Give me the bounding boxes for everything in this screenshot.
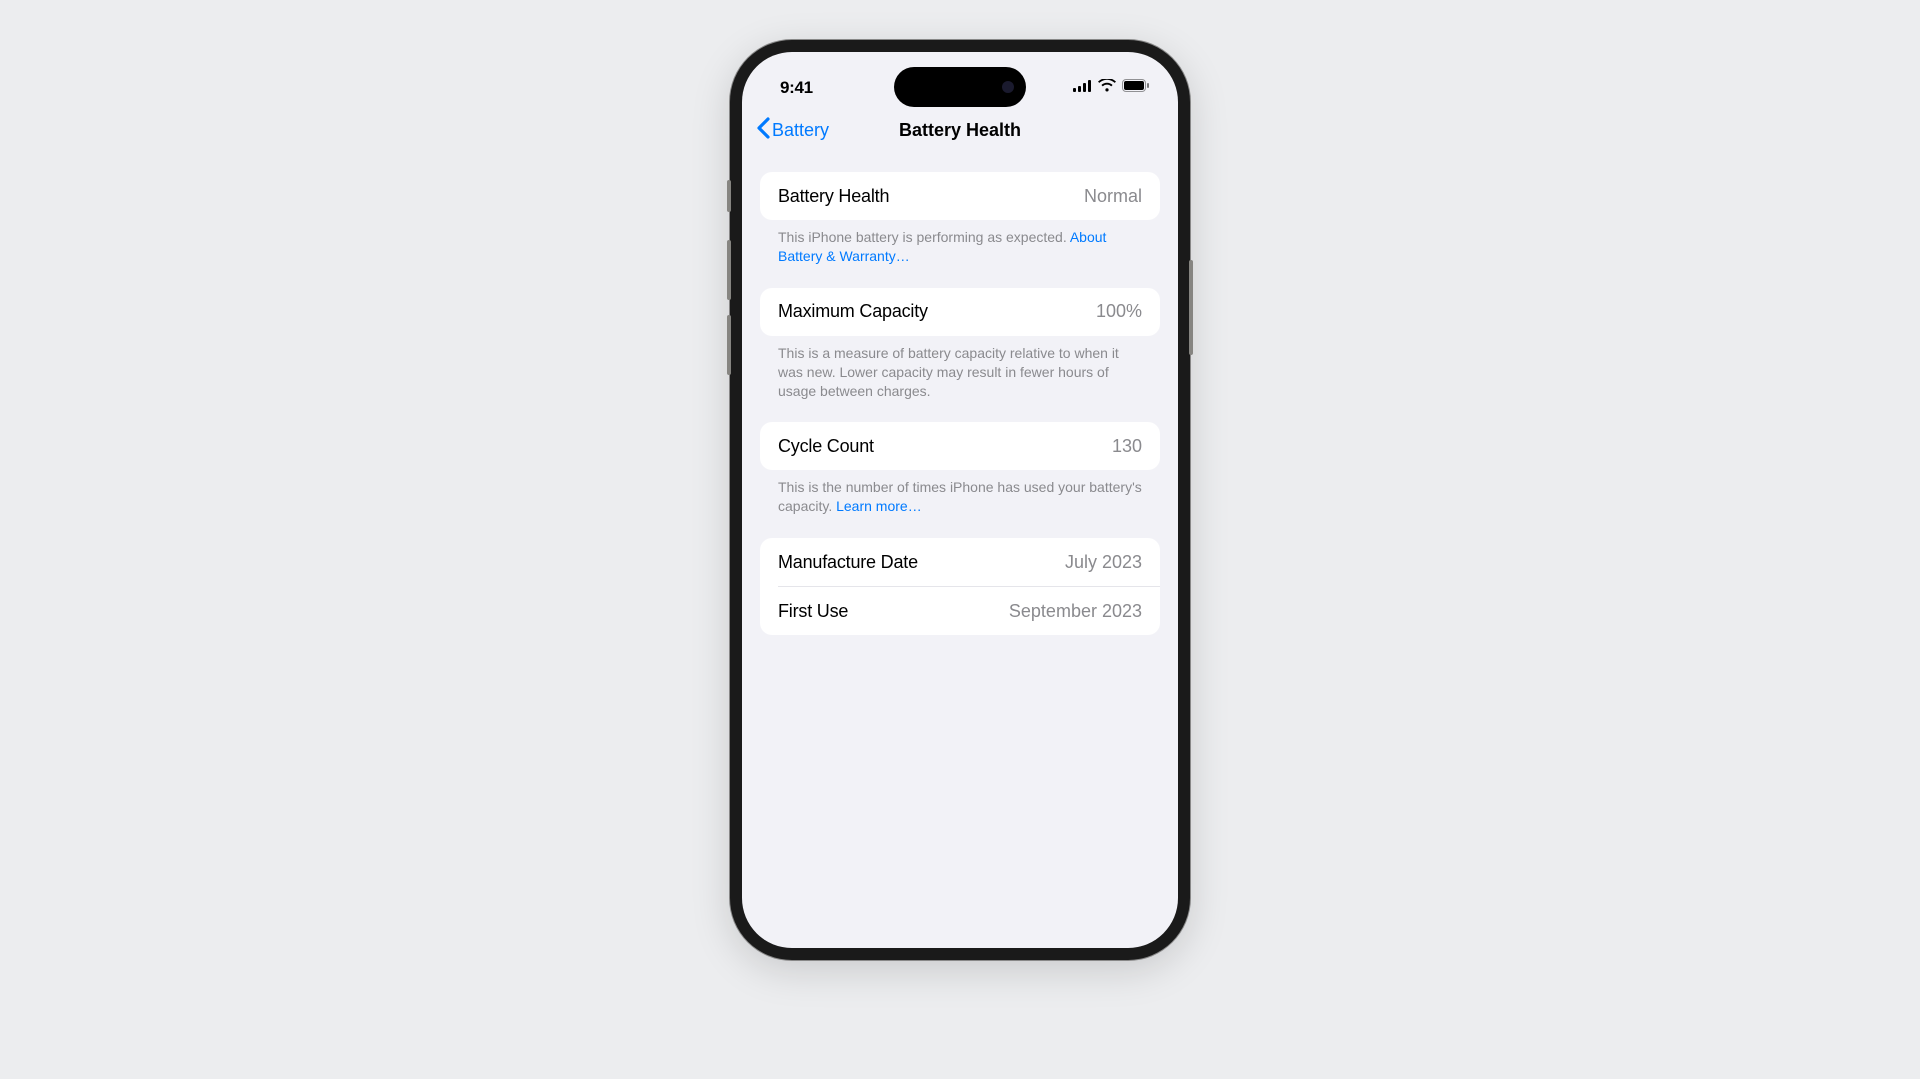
power-button — [1189, 260, 1193, 355]
max-capacity-row[interactable]: Maximum Capacity 100% — [760, 288, 1160, 336]
battery-health-footer: This iPhone battery is performing as exp… — [760, 220, 1160, 288]
manufacture-date-row[interactable]: Manufacture Date July 2023 — [760, 538, 1160, 586]
page-title: Battery Health — [899, 120, 1021, 141]
footer-text: This iPhone battery is performing as exp… — [778, 229, 1070, 245]
cycle-count-footer: This is the number of times iPhone has u… — [760, 470, 1160, 538]
cycle-count-card: Cycle Count 130 — [760, 422, 1160, 470]
dynamic-island — [894, 67, 1026, 107]
status-time: 9:41 — [780, 78, 813, 98]
row-label: First Use — [778, 601, 848, 622]
max-capacity-footer: This is a measure of battery capacity re… — [760, 336, 1160, 423]
back-button[interactable]: Battery — [756, 117, 829, 144]
row-label: Maximum Capacity — [778, 301, 928, 322]
cycle-count-row[interactable]: Cycle Count 130 — [760, 422, 1160, 470]
back-label: Battery — [772, 120, 829, 141]
phone-frame: 9:41 Battery Battery Health — [730, 40, 1190, 960]
learn-more-link[interactable]: Learn more… — [836, 498, 922, 514]
battery-health-row[interactable]: Battery Health Normal — [760, 172, 1160, 220]
footer-text: This is the number of times iPhone has u… — [778, 479, 1142, 514]
wifi-icon — [1098, 79, 1116, 97]
settings-content: Battery Health Normal This iPhone batter… — [742, 154, 1178, 635]
volume-down-button — [727, 315, 731, 375]
row-value: 130 — [1112, 436, 1142, 457]
phone-screen: 9:41 Battery Battery Health — [742, 52, 1178, 948]
row-label: Battery Health — [778, 186, 889, 207]
volume-up-button — [727, 240, 731, 300]
mute-switch — [727, 180, 731, 212]
row-value: September 2023 — [1009, 601, 1142, 622]
battery-health-card: Battery Health Normal — [760, 172, 1160, 220]
battery-icon — [1122, 79, 1150, 97]
row-value: Normal — [1084, 186, 1142, 207]
row-label: Cycle Count — [778, 436, 874, 457]
dates-card: Manufacture Date July 2023 First Use Sep… — [760, 538, 1160, 635]
status-icons — [1073, 79, 1150, 97]
cellular-icon — [1073, 79, 1092, 97]
first-use-row[interactable]: First Use September 2023 — [760, 587, 1160, 635]
row-value: July 2023 — [1065, 552, 1142, 573]
chevron-left-icon — [756, 117, 770, 144]
nav-bar: Battery Battery Health — [742, 106, 1178, 154]
row-label: Manufacture Date — [778, 552, 918, 573]
max-capacity-card: Maximum Capacity 100% — [760, 288, 1160, 336]
row-value: 100% — [1096, 301, 1142, 322]
